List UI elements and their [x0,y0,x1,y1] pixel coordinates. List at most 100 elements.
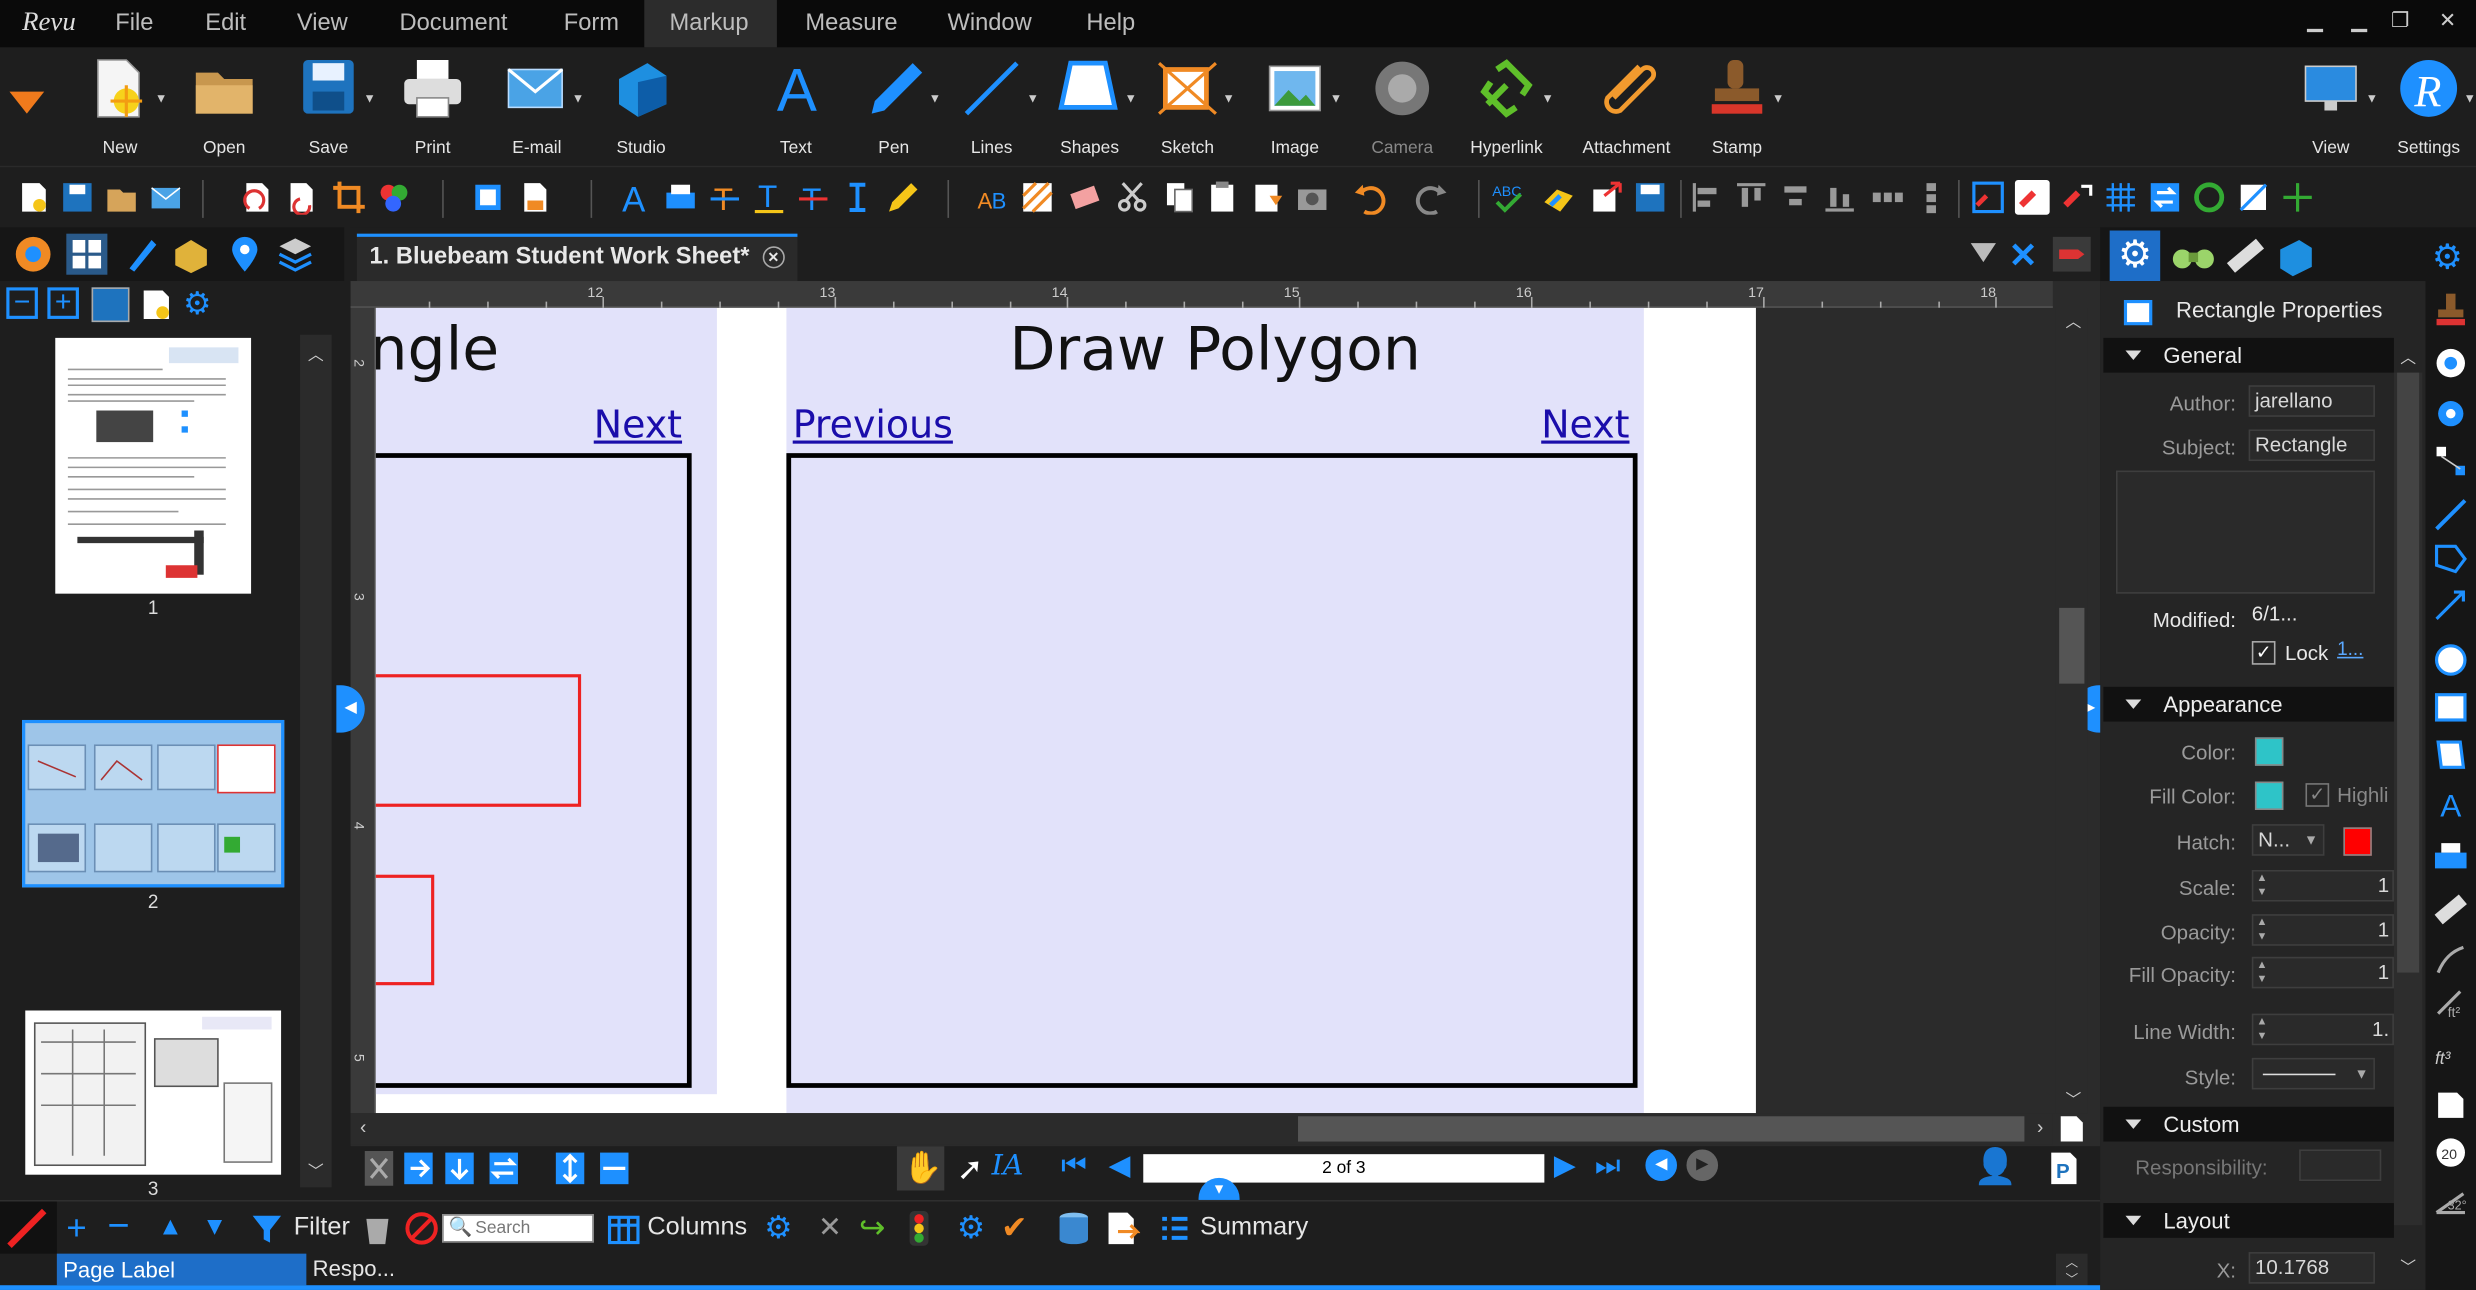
studio-tab-icon[interactable] [2274,234,2318,278]
gear-icon[interactable]: ⚙ [183,287,218,322]
previous-view-button[interactable]: ◀ [1645,1149,1678,1182]
custom-section-header[interactable]: Custom [2103,1106,2394,1142]
previous-page-button[interactable]: ◀ [1109,1149,1131,1182]
image-button[interactable]: Image ▼ [1244,57,1345,164]
menu-file[interactable]: File [99,0,169,47]
copy-icon[interactable] [1162,180,1197,215]
stamp-button[interactable]: Stamp ▼ [1686,57,1787,164]
filter-label[interactable]: Filter [294,1214,350,1242]
page-number-icon[interactable] [91,287,130,323]
general-section-header[interactable]: General [2103,337,2394,373]
scroll-up-icon[interactable]: ︿ [308,341,324,364]
text-cursor-icon[interactable] [840,180,875,215]
paste-icon[interactable] [1206,180,1241,215]
strikethrough-text-icon[interactable]: T [707,180,742,215]
polygon-drawing-area[interactable] [786,453,1638,1088]
pen-button[interactable]: Pen ▼ [843,57,944,164]
redo-icon[interactable] [1415,180,1450,215]
database-icon[interactable] [1055,1209,1093,1247]
thumbnails-tab-icon[interactable] [66,233,108,275]
undo-icon[interactable] [1352,180,1387,215]
trash-icon[interactable] [360,1211,395,1246]
hatch-select[interactable]: N... ▼ [2251,824,2325,856]
summary-label[interactable]: Summary [1200,1214,1308,1242]
search-input[interactable]: 🔍 Search [442,1214,594,1243]
save-button[interactable]: Save ▼ [278,57,379,164]
next-link-right[interactable]: Next [1541,403,1629,447]
markup-settings-gear-icon[interactable]: ⚙ [957,1208,985,1247]
volume-measure-icon[interactable]: ft³ [2432,1039,2470,1077]
sync-icon[interactable] [2148,180,2183,215]
columns-label[interactable]: Columns [647,1214,747,1242]
gear-cloud-icon[interactable] [2432,344,2470,382]
properties-gear-icon[interactable]: ⚙ [2432,237,2470,276]
scale-stepper[interactable]: ▲ ▼ 1 [2251,869,2394,902]
no-filter-icon[interactable] [404,1211,439,1246]
first-page-button[interactable]: ⏮ [1061,1149,1087,1182]
places-tab-icon[interactable] [224,234,265,275]
fill-color-swatch[interactable] [2254,781,2284,810]
highlight-checkbox[interactable]: ✓ [2305,783,2330,807]
shapes-button[interactable]: Shapes ▼ [1039,57,1140,164]
pdf-page[interactable]: ngle Next Draw Polygon Previous Next [375,307,1756,1114]
reply-arrow-icon[interactable]: ↪ [859,1208,885,1247]
snap-to-grid-icon[interactable] [1971,180,2006,215]
next-view-button[interactable]: ▶ [1686,1149,1719,1182]
maximize-button[interactable]: ❐ [2388,9,2413,31]
scroll-right-icon[interactable]: › [2037,1116,2043,1138]
page-tool-icon[interactable] [2432,1086,2470,1124]
spell-replace-icon[interactable]: AB [976,180,1011,215]
clear-x-icon[interactable]: ✕ [818,1211,842,1244]
hyperlink-button[interactable]: Hyperlink ▼ [1456,57,1557,164]
thumbnails-scrollbar[interactable]: ︿ ﹀ [300,334,332,1188]
close-tab-icon[interactable]: ✕ [762,246,785,269]
undo-page-icon[interactable] [240,180,275,215]
comment-textarea[interactable] [2115,470,2375,594]
x-field[interactable]: 10.1768 [2248,1252,2375,1284]
last-page-button[interactable]: ⏭ [1595,1149,1621,1182]
subject-field[interactable]: Rectangle [2248,429,2375,462]
menu-markup[interactable]: Markup [644,0,777,48]
typewriter-icon[interactable] [663,180,698,215]
responsibility-field[interactable] [2299,1149,2382,1182]
color-swatch[interactable] [2254,737,2284,766]
cut-icon[interactable] [1115,180,1150,215]
area-measure-icon[interactable]: ft² [2432,985,2470,1023]
lines-button[interactable]: Lines ▼ [941,57,1042,164]
status-traffic-light-icon[interactable] [906,1209,931,1247]
menu-document[interactable]: Document [384,0,524,47]
continuous-icon[interactable] [442,1149,477,1187]
scroll-up-icon[interactable]: ︿ [2400,344,2416,368]
highlighter-icon[interactable] [884,180,919,215]
studio-button[interactable]: Studio [591,57,692,164]
settings-button[interactable]: R Settings ▼ [2378,57,2476,164]
color-process-icon[interactable] [376,180,411,215]
close-button[interactable]: ✕ [2435,9,2460,31]
zoom-out-thumbnails-button[interactable]: − [6,287,38,319]
previous-link[interactable]: Previous [793,403,953,447]
save-markups-icon[interactable] [1633,180,1668,215]
select-arrow-icon[interactable]: ➚ [957,1149,983,1188]
spell-check-icon[interactable]: ABC [1491,180,1526,215]
lock-options-link[interactable]: 1... [2337,638,2363,660]
email-button[interactable]: E-mail ▼ [486,57,587,164]
layout-section-header[interactable]: Layout [2103,1203,2394,1238]
camera-button[interactable]: Camera [1352,57,1453,164]
red-rectangle-markup-1[interactable] [375,674,582,807]
menu-measure[interactable]: Measure [790,0,914,47]
tab-options-icon[interactable] [2052,236,2091,272]
distribute-vertical-icon[interactable] [1914,180,1949,215]
align-center-icon[interactable] [1778,180,1813,215]
author-field[interactable]: jarellano [2248,385,2375,417]
minimize-button[interactable]: ▁ [2302,9,2327,31]
pdf-icon[interactable]: P [2047,1149,2082,1187]
open-small-icon[interactable] [104,180,139,215]
gear-settings-icon[interactable] [2432,395,2470,433]
properties-scrollbar[interactable] [2393,372,2423,1226]
move-down-icon[interactable]: ▼ [202,1214,227,1242]
fit-page-icon[interactable] [553,1149,588,1187]
attachment-button[interactable]: Attachment [1576,57,1677,164]
snap-to-markup-icon[interactable] [2059,180,2094,215]
crop-icon[interactable] [332,180,367,215]
page-thumbnail-3[interactable] [25,1010,282,1175]
